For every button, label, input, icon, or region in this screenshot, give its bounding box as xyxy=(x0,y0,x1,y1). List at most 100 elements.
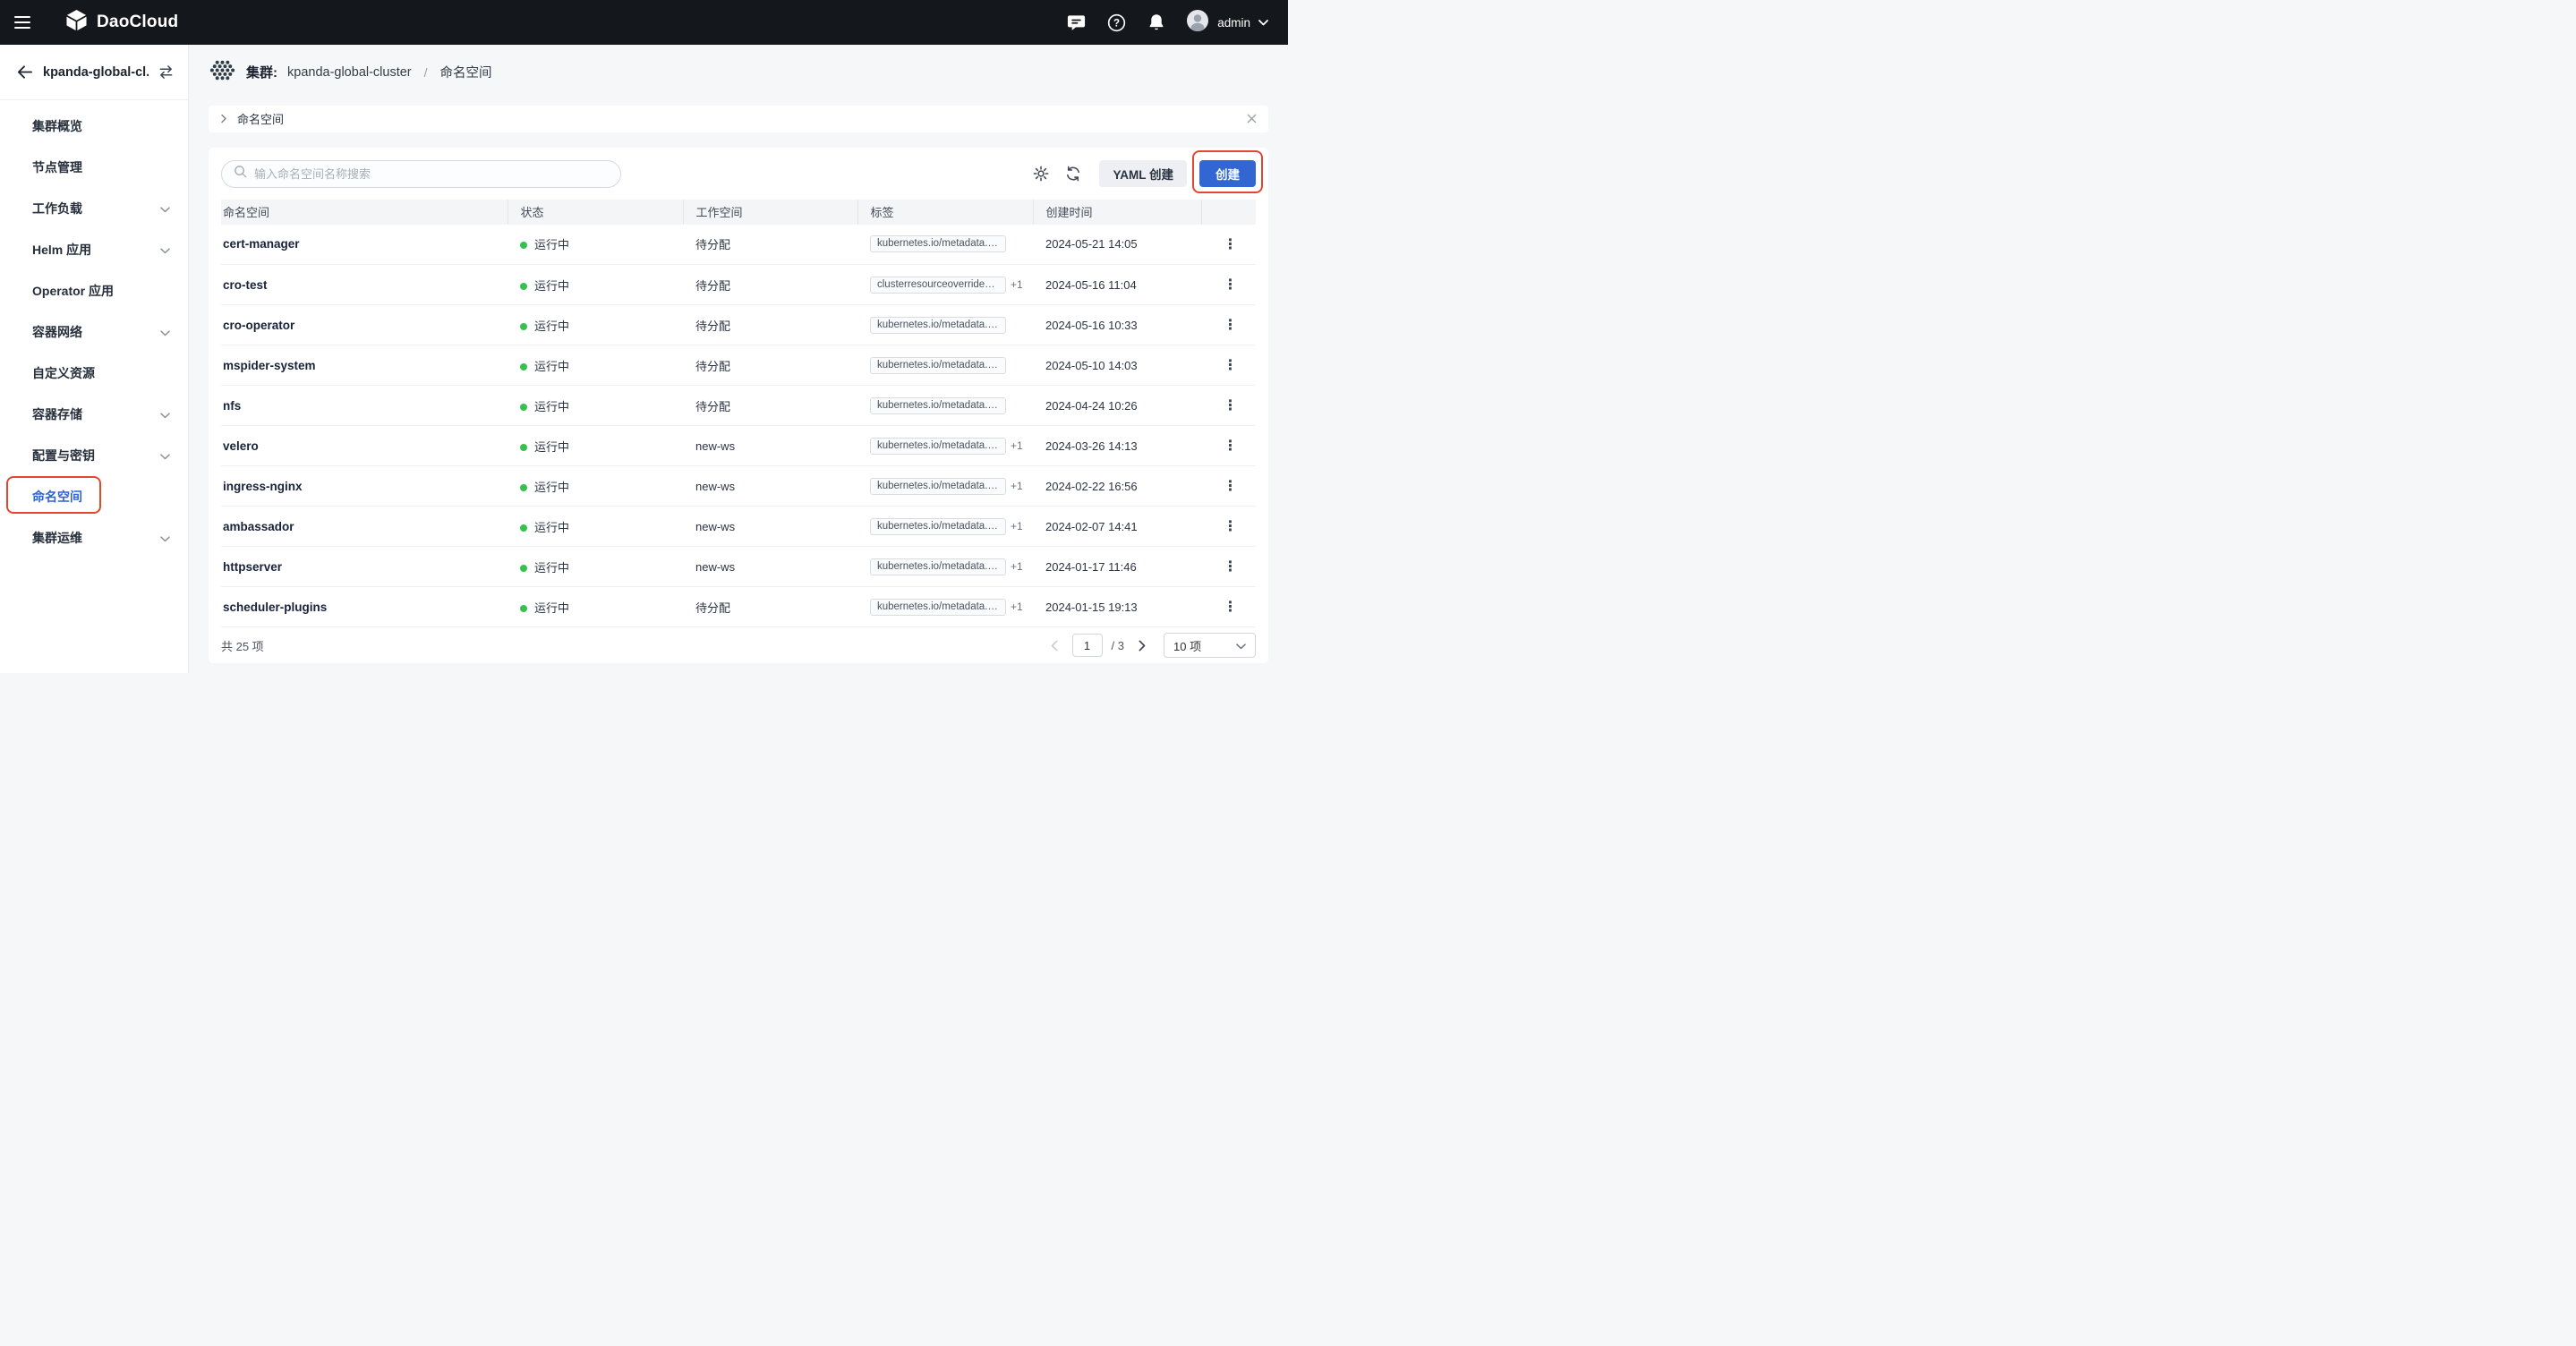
collapsible-panel-bar: 命名空间 xyxy=(209,105,1268,132)
workspace-cell: new-ws xyxy=(683,506,857,547)
status-text: 运行中 xyxy=(534,238,570,252)
col-namespace: 命名空间 xyxy=(221,199,508,225)
row-actions-kebab-icon[interactable]: ⋮ xyxy=(1216,237,1245,252)
message-icon[interactable] xyxy=(1066,13,1087,33)
sidebar-item-cluster-overview[interactable]: 集群概览 xyxy=(0,106,188,147)
table-row: nfs 运行中 待分配 kubernetes.io/metadata.nam..… xyxy=(221,385,1256,426)
col-created: 创建时间 xyxy=(1032,199,1201,225)
sidebar-menu: 集群概览 节点管理 工作负载 Helm 应用 Operator 应用 容器网络 … xyxy=(0,100,188,558)
row-actions-kebab-icon[interactable]: ⋮ xyxy=(1216,358,1245,373)
switch-cluster-icon[interactable] xyxy=(158,64,174,80)
namespace-name: nfs xyxy=(221,385,508,426)
status-cell: 运行中 xyxy=(508,586,683,627)
labels-cell: clusterresourceoverrides.... +1 xyxy=(857,264,1033,305)
sidebar-item-container-storage[interactable]: 容器存储 xyxy=(0,394,188,435)
status-text: 运行中 xyxy=(534,359,570,373)
main-content: 集群: kpanda-global-cluster / 命名空间 命名空间 输入… xyxy=(189,45,1288,673)
sidebar-item-operator-apps[interactable]: Operator 应用 xyxy=(0,270,188,311)
labels-cell: kubernetes.io/metadata.n... +1 xyxy=(857,586,1033,627)
prev-page-icon[interactable] xyxy=(1047,636,1062,655)
col-status: 状态 xyxy=(507,199,683,225)
sidebar-item-node-management[interactable]: 节点管理 xyxy=(0,147,188,188)
search-input[interactable] xyxy=(254,166,609,181)
page-number-input[interactable] xyxy=(1071,634,1103,657)
namespace-name: cert-manager xyxy=(221,224,508,265)
breadcrumb: 集群: kpanda-global-cluster / 命名空间 xyxy=(189,45,1288,100)
sidebar-item-workloads[interactable]: 工作负载 xyxy=(0,188,188,229)
table-row: scheduler-plugins 运行中 待分配 kubernetes.io/… xyxy=(221,586,1256,627)
namespace-table: 命名空间 状态 工作空间 标签 创建时间 cert-manager 运行中 待分… xyxy=(221,199,1256,627)
gear-icon[interactable] xyxy=(1033,166,1049,182)
daocloud-logo-icon xyxy=(64,8,89,37)
breadcrumb-current: 命名空间 xyxy=(439,66,492,81)
label-chip: kubernetes.io/metadata.n... xyxy=(870,598,1006,616)
hamburger-icon xyxy=(14,16,30,18)
next-page-icon[interactable] xyxy=(1135,636,1149,655)
status-dot-icon xyxy=(520,524,527,532)
col-actions xyxy=(1200,199,1256,225)
sidebar-cluster-header: kpanda-global-cl... xyxy=(0,45,188,100)
row-actions-kebab-icon[interactable]: ⋮ xyxy=(1216,600,1245,615)
chevron-down-icon xyxy=(160,448,170,463)
row-actions-kebab-icon[interactable]: ⋮ xyxy=(1216,318,1245,333)
row-actions-kebab-icon[interactable]: ⋮ xyxy=(1216,559,1245,575)
workspace-cell: new-ws xyxy=(683,465,857,507)
svg-text:?: ? xyxy=(1113,18,1120,29)
sidebar-item-config-secrets[interactable]: 配置与密钥 xyxy=(0,435,188,476)
breadcrumb-cluster[interactable]: kpanda-global-cluster xyxy=(287,65,412,80)
status-dot-icon xyxy=(520,362,527,371)
back-arrow-icon[interactable] xyxy=(16,64,33,81)
user-menu[interactable]: admin xyxy=(1186,9,1268,37)
sidebar-item-cluster-ops[interactable]: 集群运维 xyxy=(0,517,188,558)
labels-cell: kubernetes.io/metadata.nam... xyxy=(857,304,1033,345)
namespace-name: velero xyxy=(221,425,508,466)
namespace-name: cro-operator xyxy=(221,304,508,345)
brand: DaoCloud xyxy=(64,8,178,37)
status-cell: 运行中 xyxy=(508,465,683,507)
sidebar-item-helm-apps[interactable]: Helm 应用 xyxy=(0,229,188,270)
status-text: 运行中 xyxy=(534,601,570,615)
status-text: 运行中 xyxy=(534,399,570,413)
namespace-name: httpserver xyxy=(221,546,508,587)
sidebar-item-custom-resources[interactable]: 自定义资源 xyxy=(0,353,188,394)
status-cell: 运行中 xyxy=(508,345,683,386)
status-text: 运行中 xyxy=(534,439,570,454)
help-icon[interactable]: ? xyxy=(1106,13,1127,33)
col-workspace: 工作空间 xyxy=(682,199,857,225)
created-time: 2024-02-22 16:56 xyxy=(1033,465,1201,507)
namespace-name: scheduler-plugins xyxy=(221,586,508,627)
yaml-create-button[interactable]: YAML 创建 xyxy=(1099,160,1187,187)
status-cell: 运行中 xyxy=(508,546,683,587)
created-time: 2024-05-16 10:33 xyxy=(1033,304,1201,345)
panel-title: 命名空间 xyxy=(237,113,285,127)
label-chip: kubernetes.io/metadata.n... xyxy=(870,558,1006,575)
namespace-name: mspider-system xyxy=(221,345,508,386)
workspace-cell: 待分配 xyxy=(683,385,857,426)
col-labels: 标签 xyxy=(857,199,1033,225)
pagination: / 3 10 项 xyxy=(1047,633,1256,658)
created-time: 2024-01-15 19:13 xyxy=(1033,586,1201,627)
created-time: 2024-05-21 14:05 xyxy=(1033,224,1201,265)
sidebar-item-namespaces[interactable]: 命名空间 xyxy=(0,476,188,517)
table-row: cro-operator 运行中 待分配 kubernetes.io/metad… xyxy=(221,304,1256,345)
menu-toggle-button[interactable] xyxy=(14,11,38,34)
create-button[interactable]: 创建 xyxy=(1199,160,1256,187)
row-actions-kebab-icon[interactable]: ⋮ xyxy=(1216,519,1245,534)
bell-icon[interactable] xyxy=(1147,13,1166,32)
refresh-icon[interactable] xyxy=(1065,166,1081,182)
created-time: 2024-03-26 14:13 xyxy=(1033,425,1201,466)
row-actions-kebab-icon[interactable]: ⋮ xyxy=(1216,439,1245,454)
close-icon[interactable] xyxy=(1247,114,1257,124)
status-text: 运行中 xyxy=(534,319,570,333)
status-dot-icon xyxy=(520,483,527,491)
table-footer: 共 25 项 / 3 10 项 xyxy=(221,627,1256,663)
table-row: httpserver 运行中 new-ws kubernetes.io/meta… xyxy=(221,546,1256,587)
chevron-right-icon[interactable] xyxy=(220,114,228,124)
sidebar-item-container-network[interactable]: 容器网络 xyxy=(0,311,188,353)
row-actions-kebab-icon[interactable]: ⋮ xyxy=(1216,479,1245,494)
label-chip: kubernetes.io/metadata.n... xyxy=(870,517,1006,535)
workspace-cell: 待分配 xyxy=(683,264,857,305)
page-size-select[interactable]: 10 项 xyxy=(1164,633,1256,658)
row-actions-kebab-icon[interactable]: ⋮ xyxy=(1216,398,1245,413)
row-actions-kebab-icon[interactable]: ⋮ xyxy=(1216,277,1245,293)
